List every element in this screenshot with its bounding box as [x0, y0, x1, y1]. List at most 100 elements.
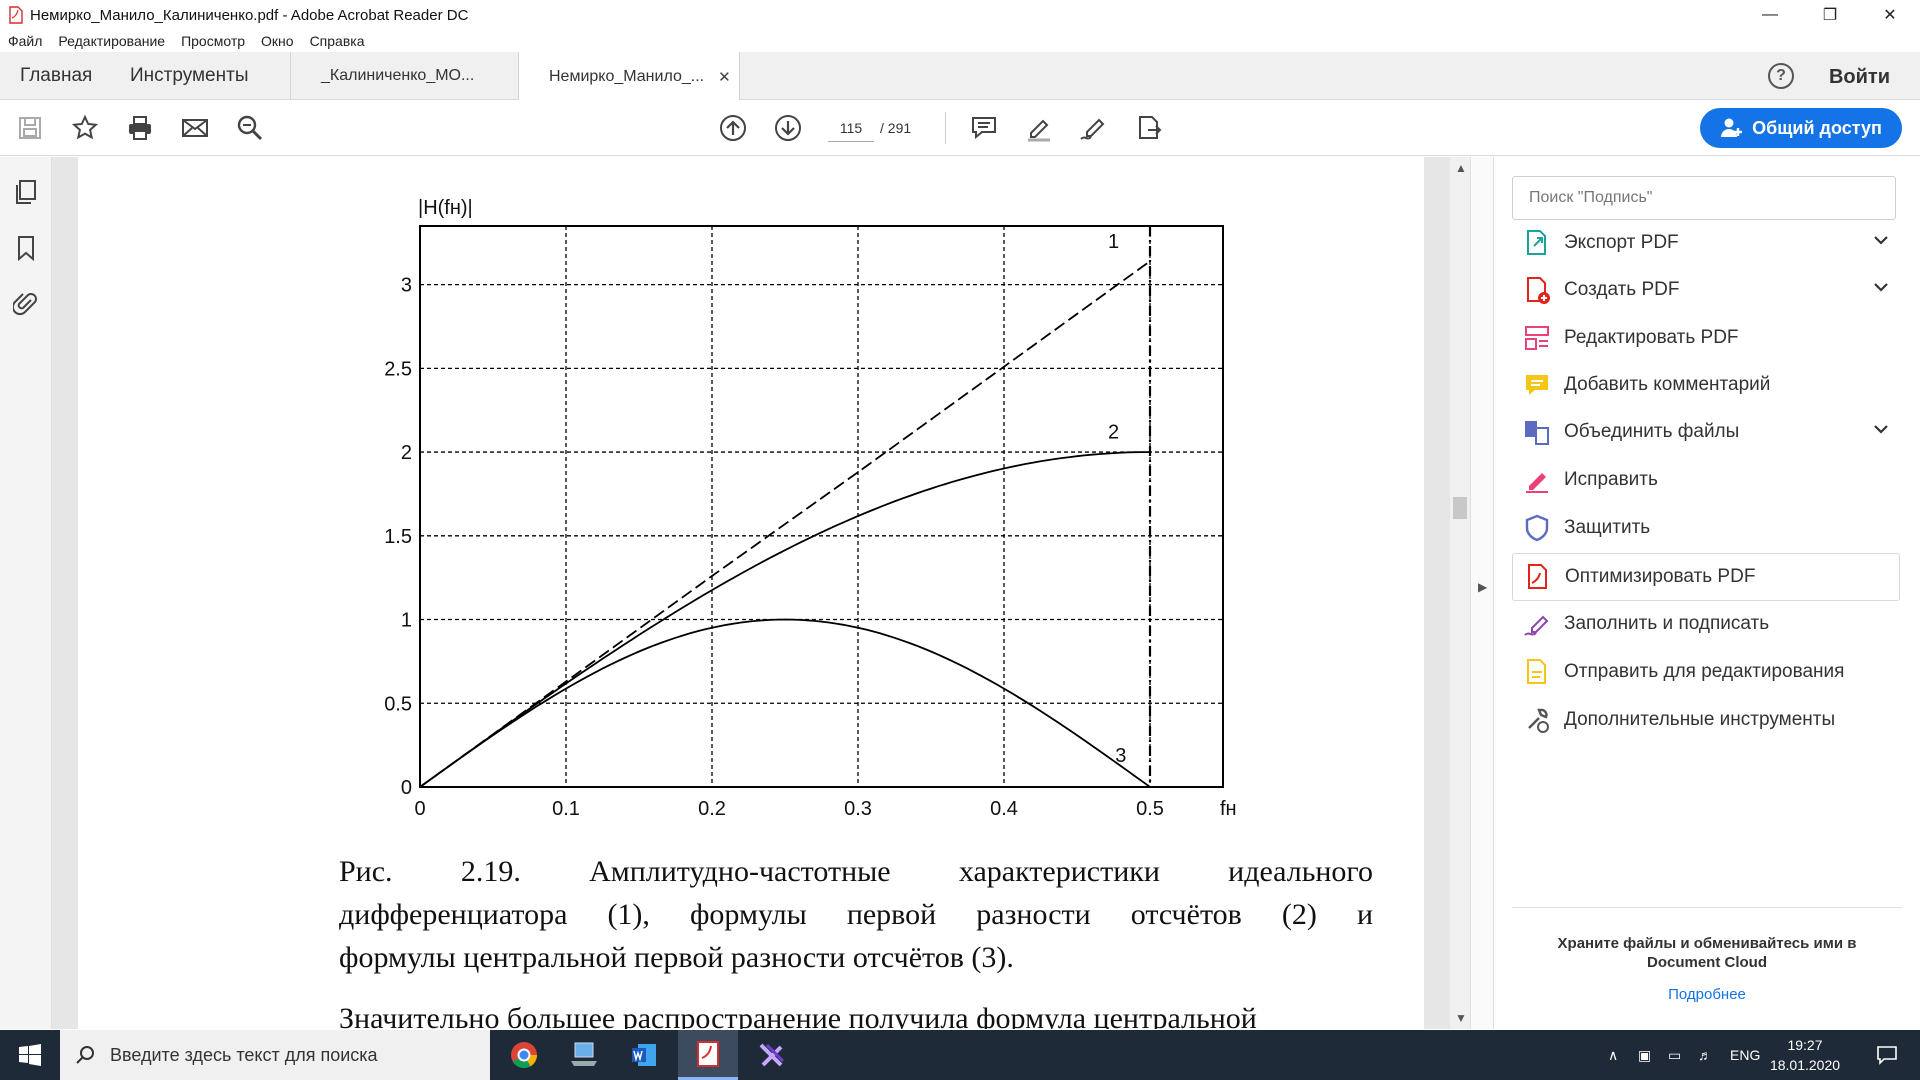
share-button[interactable]: Общий доступ	[1700, 108, 1902, 148]
y-tick-label: 2	[401, 442, 412, 464]
y-tick-label: 0.5	[384, 693, 412, 715]
document-cloud-promo: Храните файлы и обменивайтесь ими в Docu…	[1557, 935, 1857, 971]
tool-item[interactable]: Отправить для редактирования	[1512, 648, 1900, 696]
menu-edit[interactable]: Редактирование	[58, 33, 165, 49]
x-axis-label: fн	[1220, 798, 1237, 820]
y-tick-label: 2.5	[384, 358, 412, 380]
network-icon[interactable]: ▣	[1638, 1030, 1651, 1080]
title-bar: Немирко_Манило_Калиниченко.pdf - Adobe A…	[0, 0, 1920, 30]
comment-tool-icon[interactable]	[968, 112, 1000, 144]
tool-item-label: Дополнительные инструменты	[1564, 709, 1836, 730]
search-icon	[76, 1046, 94, 1064]
caption-line: формулы центральной первой разности отсч…	[339, 941, 1014, 974]
chrome-taskbar-icon[interactable]	[494, 1030, 554, 1080]
page-number-input[interactable]: 115	[828, 114, 874, 142]
tool-item-label: Добавить комментарий	[1564, 374, 1771, 395]
y-axis-label: |H(fн)|	[418, 197, 473, 219]
chevron-down-icon[interactable]	[1872, 278, 1890, 296]
tab-tools[interactable]: Инструменты	[130, 52, 248, 100]
chevron-down-icon[interactable]	[1872, 231, 1890, 249]
previous-page-icon[interactable]	[717, 112, 749, 144]
create-pdf-icon	[1522, 275, 1552, 305]
optimize-pdf-icon	[1523, 562, 1553, 592]
next-page-icon[interactable]	[772, 112, 804, 144]
input-language[interactable]: ENG	[1730, 1030, 1760, 1080]
menu-window[interactable]: Окно	[261, 33, 294, 49]
page-total: / 291	[880, 120, 912, 136]
tab-document-2[interactable]: Немирко_Манило_... ✕	[518, 52, 740, 101]
tool-item-label: Создать PDF	[1564, 279, 1680, 300]
windows-taskbar: Введите здесь текст для поиска ∧ ▣ ▭ ♬ E…	[0, 1030, 1920, 1080]
tab-document-1[interactable]: _Калиниченко_МО...	[290, 52, 518, 100]
taskbar-search-placeholder: Введите здесь текст для поиска	[110, 1044, 378, 1065]
minimize-button[interactable]: —	[1740, 0, 1800, 30]
tool-item[interactable]: Исправить	[1512, 456, 1900, 504]
tool-item[interactable]: Объединить файлы	[1512, 408, 1900, 456]
start-button[interactable]	[0, 1030, 60, 1080]
tool-item[interactable]: Создать PDF	[1512, 266, 1900, 314]
x-tick-label: 0	[414, 798, 425, 820]
vertical-scrollbar[interactable]: ▲ ▼	[1450, 157, 1470, 1029]
tool-item[interactable]: Заполнить и подписать	[1512, 600, 1900, 648]
taskbar-search[interactable]: Введите здесь текст для поиска	[60, 1030, 490, 1080]
battery-icon[interactable]: ▭	[1668, 1030, 1681, 1080]
scrollbar-thumb[interactable]	[1453, 497, 1467, 519]
system-clock[interactable]: 19:27 18.01.2020	[1760, 1035, 1850, 1075]
highlight-pen-icon[interactable]	[1023, 112, 1055, 144]
pdf-file-icon	[9, 6, 23, 24]
menu-help[interactable]: Справка	[310, 33, 365, 49]
tools-search-input[interactable]: Поиск "Подпись"	[1512, 176, 1896, 220]
computer-taskbar-icon[interactable]	[554, 1030, 614, 1080]
tool-item[interactable]: Экспорт PDF	[1512, 219, 1900, 267]
show-hidden-icons-icon[interactable]: ∧	[1608, 1030, 1618, 1080]
sign-pen-icon[interactable]	[1078, 112, 1110, 144]
fill-sign-icon	[1522, 609, 1552, 639]
acrobat-taskbar-icon[interactable]	[678, 1030, 738, 1080]
tool-item[interactable]: Дополнительные инструменты	[1512, 696, 1900, 744]
visual-studio-taskbar-icon[interactable]	[742, 1030, 802, 1080]
x-tick-label: 0.3	[844, 798, 872, 820]
close-window-button[interactable]: ✕	[1860, 0, 1920, 30]
collapse-arrow-icon: ▶	[1478, 580, 1488, 594]
word-taskbar-icon[interactable]	[614, 1030, 674, 1080]
bookmarks-icon[interactable]	[13, 235, 39, 261]
tool-item[interactable]: Защитить	[1512, 504, 1900, 552]
pdf-page: 0 0.1 0.2 0.3 0.4 0.5 0 0.5 1 1.5 2 2.5 3 1 2 3 |H(fн)…	[78, 157, 1424, 1029]
tool-item-label: Оптимизировать PDF	[1565, 566, 1756, 587]
protect-icon	[1522, 513, 1552, 543]
tool-item-label: Отправить для редактирования	[1564, 661, 1845, 682]
tool-item[interactable]: Оптимизировать PDF	[1512, 553, 1900, 601]
share-review-icon[interactable]	[1133, 112, 1165, 144]
body-text: Значительно большее распространение полу…	[339, 1002, 1257, 1029]
close-tab-icon[interactable]: ✕	[718, 68, 731, 86]
toolbar-divider	[945, 112, 946, 144]
restore-button[interactable]: ❐	[1800, 0, 1860, 30]
document-viewer[interactable]: 0 0.1 0.2 0.3 0.4 0.5 0 0.5 1 1.5 2 2.5 3 1 2 3 |H(fн)…	[52, 157, 1450, 1029]
menu-view[interactable]: Просмотр	[181, 33, 245, 49]
zoom-search-icon[interactable]	[234, 112, 266, 144]
menu-file[interactable]: Файл	[8, 33, 42, 49]
learn-more-link[interactable]: Подробнее	[1534, 986, 1880, 1003]
email-icon[interactable]	[179, 112, 211, 144]
notifications-icon[interactable]	[1876, 1030, 1898, 1080]
tool-item[interactable]: Редактировать PDF	[1512, 314, 1900, 362]
left-navigation-rail	[0, 157, 52, 1029]
scroll-up-icon[interactable]: ▲	[1455, 161, 1467, 175]
attachments-icon[interactable]	[13, 291, 39, 317]
chart-grid	[420, 226, 1223, 787]
help-icon[interactable]: ?	[1768, 63, 1794, 89]
windows-logo-icon	[19, 1044, 41, 1066]
tool-item-label: Исправить	[1564, 469, 1658, 490]
bookmark-star-icon[interactable]	[69, 112, 101, 144]
login-button[interactable]: Войти	[1829, 66, 1890, 89]
tool-item[interactable]: Добавить комментарий	[1512, 361, 1900, 409]
panel-collapse-handle[interactable]: ▶	[1470, 157, 1494, 1029]
tab-home[interactable]: Главная	[20, 52, 92, 100]
caption-line: дифференциатора (1), формулы первой разн…	[339, 898, 1373, 931]
page-thumbnails-icon[interactable]	[13, 179, 39, 205]
volume-icon[interactable]: ♬	[1698, 1030, 1712, 1080]
scroll-down-icon[interactable]: ▼	[1455, 1011, 1467, 1025]
save-icon[interactable]	[14, 112, 46, 144]
chevron-down-icon[interactable]	[1872, 420, 1890, 438]
print-icon[interactable]	[124, 112, 156, 144]
